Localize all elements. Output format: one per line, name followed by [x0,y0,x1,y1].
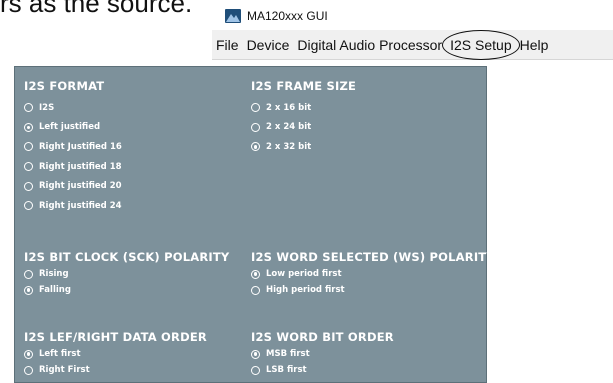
group-title: I2S WORD BIT ORDER [251,330,394,344]
i2s-setup-panel: I2S FORMAT I2S Left justified Right Just… [14,66,495,383]
group-title: I2S LEF/RIGHT DATA ORDER [24,330,207,344]
i2s-word-bit-order-group: I2S WORD BIT ORDER MSB first LSB first [251,330,394,378]
radio-label: Right justified 24 [39,200,122,211]
i2s-data-order-group: I2S LEF/RIGHT DATA ORDER Left first Righ… [24,330,207,378]
radio-label: Right justified 18 [39,161,122,172]
menu-digital-audio-processor[interactable]: Digital Audio Processor [293,37,446,53]
radio-option[interactable]: I2S [24,98,122,118]
radio-label: Right Justified 16 [39,141,122,152]
group-title: I2S BIT CLOCK (SCK) POLARITY [24,250,230,264]
group-title: I2S FORMAT [24,79,105,93]
radio-icon[interactable] [24,285,33,295]
radio-icon[interactable] [251,285,260,295]
radio-label: Right justified 20 [39,181,122,192]
radio-icon[interactable] [24,365,33,375]
radio-option[interactable]: Right Justified 16 [24,137,122,157]
radio-option[interactable]: LSB first [251,362,394,378]
radio-icon[interactable] [24,142,33,152]
menu-help[interactable]: Help [516,37,553,53]
radio-icon[interactable] [251,349,260,359]
radio-label: Low period first [266,269,342,279]
radio-icon[interactable] [251,103,260,113]
radio-option[interactable]: Right First [24,362,207,378]
radio-label: Right First [39,365,90,375]
radio-label: 2 x 24 bit [266,122,312,133]
radio-option[interactable]: Right justified 24 [24,196,122,216]
radio-icon[interactable] [24,269,33,279]
radio-option[interactable]: High period first [251,282,495,298]
menu-file[interactable]: File [212,37,243,53]
radio-label: Left first [39,349,81,359]
radio-option[interactable]: Rising [24,266,229,282]
radio-label: LSB first [266,365,307,375]
radio-option[interactable]: 2 x 24 bit [251,118,356,138]
radio-label: High period first [266,285,345,295]
radio-icon[interactable] [24,103,33,113]
radio-option[interactable]: Left first [24,346,207,362]
radio-option[interactable]: 2 x 32 bit [251,137,356,157]
radio-label: 2 x 32 bit [266,141,312,152]
i2s-format-group: I2S FORMAT I2S Left justified Right Just… [24,79,122,216]
menu-device[interactable]: Device [243,37,294,53]
radio-icon[interactable] [251,142,260,152]
radio-icon[interactable] [251,365,260,375]
radio-option[interactable]: 2 x 16 bit [251,98,356,118]
radio-label: 2 x 16 bit [266,102,312,113]
radio-option[interactable]: Low period first [251,266,495,282]
radio-option[interactable]: Falling [24,282,229,298]
window-titlebar: MA120xxx GUI [225,6,328,26]
radio-option[interactable]: Left justified [24,118,122,138]
document-text-fragment: rs as the source. [0,0,193,18]
app-icon [225,9,241,23]
menu-bar: File Device Digital Audio Processor I2S … [212,29,613,60]
menu-i2s-setup[interactable]: I2S Setup [442,29,520,60]
radio-icon[interactable] [251,269,260,279]
i2s-frame-size-group: I2S FRAME SIZE 2 x 16 bit 2 x 24 bit 2 x… [251,79,356,157]
radio-option[interactable]: Right justified 18 [24,157,122,177]
radio-label: MSB first [266,349,310,359]
radio-icon[interactable] [24,122,33,132]
radio-icon[interactable] [24,181,33,191]
i2s-sck-polarity-group: I2S BIT CLOCK (SCK) POLARITY Rising Fall… [24,250,229,298]
group-title: I2S FRAME SIZE [251,79,357,93]
radio-label: Left justified [39,122,101,133]
radio-option[interactable]: MSB first [251,346,394,362]
radio-label: I2S [39,102,55,113]
radio-label: Falling [39,285,71,295]
radio-icon[interactable] [24,162,33,172]
group-title: I2S WORD SELECTED (WS) POLARITY [251,250,495,264]
radio-label: Rising [39,269,69,279]
radio-icon[interactable] [24,201,33,211]
radio-icon[interactable] [24,349,33,359]
radio-option[interactable]: Right justified 20 [24,176,122,196]
window-title: MA120xxx GUI [247,9,328,23]
i2s-ws-polarity-group: I2S WORD SELECTED (WS) POLARITY Low peri… [251,250,495,298]
radio-icon[interactable] [251,122,260,132]
